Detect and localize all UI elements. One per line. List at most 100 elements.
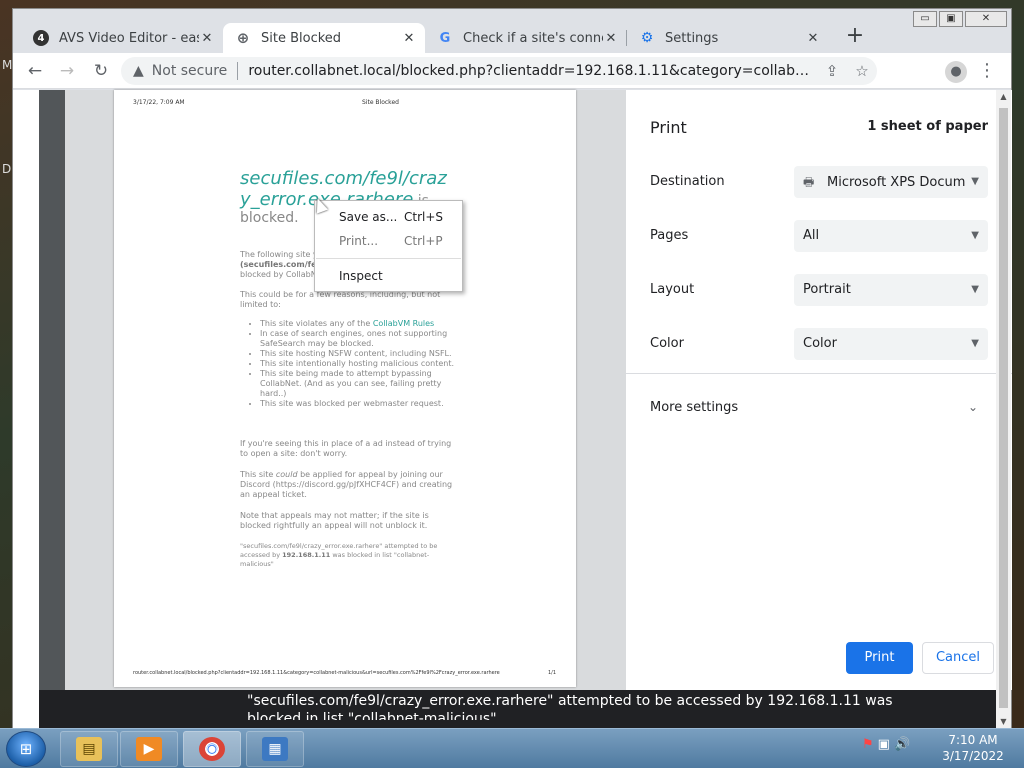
clock-date: 3/17/2022 [942, 749, 1004, 763]
chevron-down-icon[interactable]: ⌄ [968, 400, 978, 414]
pages-label: Pages [650, 228, 689, 243]
preview-header-title: Site Blocked [362, 99, 399, 106]
volume-icon[interactable]: 🔊 [894, 737, 910, 752]
layout-label: Layout [650, 282, 695, 297]
taskbar-control-panel[interactable]: ▦ [246, 731, 304, 767]
sheet-count: 1 sheet of paper [867, 119, 988, 134]
scroll-down-icon[interactable]: ▼ [996, 715, 1011, 729]
preview-header-date: 3/17/22, 7:09 AM [133, 99, 185, 106]
collabvm-rules-link[interactable]: CollabVM Rules [373, 319, 434, 328]
paragraph-appeal-note: Note that appeals may not matter; if the… [240, 511, 429, 530]
scroll-up-icon[interactable]: ▲ [996, 90, 1011, 104]
reload-button[interactable]: ↻ [89, 59, 113, 83]
tab-title: AVS Video Editor - easy vi [59, 30, 199, 46]
print-label: Print... [339, 234, 379, 248]
tab-title: Site Blocked [261, 30, 342, 46]
pages-select[interactable]: All ▼ [794, 220, 988, 252]
destination-row: Destination 🖶 Microsoft XPS Docum ▼ [650, 166, 988, 200]
paragraph-ad-note: If you're seeing this in place of a ad i… [240, 439, 452, 458]
warning-icon[interactable]: ▲ [133, 63, 144, 79]
destination-select[interactable]: 🖶 Microsoft XPS Docum ▼ [794, 166, 988, 198]
reasons-list: This site violates any of the CollabVM R… [250, 319, 456, 409]
menu-separator [316, 258, 461, 259]
url-text[interactable]: router.collabnet.local/blocked.php?clien… [248, 63, 817, 79]
blocked-word: blocked. [240, 210, 299, 226]
taskbar-chrome[interactable]: ◉ [183, 731, 241, 767]
taskbar-explorer[interactable]: ▤ [60, 731, 118, 767]
forward-button[interactable]: → [55, 59, 79, 83]
globe-icon: ⊕ [236, 29, 250, 47]
dropdown-arrow-icon: ▼ [971, 338, 979, 349]
browser-window: ▭ ▣ ✕ 4 AVS Video Editor - easy vi ✕ ⊕ S… [12, 8, 1012, 729]
layout-value: Portrait [803, 282, 851, 297]
network-icon[interactable]: ▣ [878, 737, 890, 752]
address-bar[interactable]: ▲ Not secure router.collabnet.local/bloc… [121, 57, 877, 85]
cancel-button[interactable]: Cancel [922, 642, 994, 674]
layout-row: Layout Portrait ▼ [650, 274, 988, 308]
save-as-label: Save as... [339, 210, 398, 224]
preview-footer-page: 1/1 [548, 670, 557, 676]
save-as-item[interactable]: Save as... Ctrl+S [339, 210, 459, 224]
clock-time: 7:10 AM [948, 733, 998, 747]
desktop-char-1: M [2, 58, 13, 72]
control-panel-icon: ▦ [262, 737, 288, 761]
bookmark-star-icon[interactable]: ☆ [847, 62, 877, 80]
page-scrollbar[interactable]: ▲ ▼ [996, 90, 1011, 729]
print-shortcut: Ctrl+P [404, 234, 443, 248]
folder-icon: ▤ [76, 737, 102, 761]
page-left-strip [13, 90, 39, 729]
close-tab-icon[interactable]: ✕ [199, 31, 215, 46]
back-button[interactable]: ← [23, 59, 47, 83]
taskbar: ⊞ ▤ ▶ ◉ ▦ ⚑ ▣ 🔊 7:10 AM 3/17/2022 [0, 728, 1024, 768]
close-tab-icon[interactable]: ✕ [805, 31, 821, 46]
print-dialog: 3/17/22, 7:09 AM Site Blocked secufiles.… [39, 90, 1012, 690]
color-value: Color [803, 336, 837, 351]
clock[interactable]: 7:10 AM 3/17/2022 [930, 732, 1016, 764]
preview-page[interactable]: 3/17/22, 7:09 AM Site Blocked secufiles.… [114, 90, 576, 687]
close-tab-icon[interactable]: ✕ [401, 31, 417, 46]
paragraph-appeal: This site could be applied for appeal by… [240, 470, 456, 500]
security-label[interactable]: Not secure [152, 63, 228, 79]
share-icon[interactable]: ⇪ [817, 62, 847, 80]
context-menu: Save as... Ctrl+S Print... Ctrl+P Inspect [314, 200, 463, 292]
color-select[interactable]: Color ▼ [794, 328, 988, 360]
new-tab-button[interactable]: + [841, 23, 869, 51]
tab-avs-video-editor[interactable]: 4 AVS Video Editor - easy vi ✕ [21, 23, 223, 53]
profile-avatar-icon[interactable]: ● [945, 61, 967, 83]
list-item: In case of search engines, ones not supp… [260, 329, 456, 349]
reason-1-text: This site violates any of the [260, 319, 373, 328]
close-tab-icon[interactable]: ✕ [603, 31, 619, 46]
start-button[interactable]: ⊞ [6, 731, 46, 767]
action-center-icon[interactable]: ⚑ [862, 737, 874, 752]
tab-title: Settings [665, 30, 719, 46]
panel-divider [626, 373, 1012, 374]
pages-value: All [803, 228, 820, 243]
print-title: Print [650, 118, 687, 137]
paragraph-access-log: "secufiles.com/fe9l/crazy_error.exe.rarh… [240, 542, 456, 569]
list-item: This site hosting NSFW content, includin… [260, 349, 456, 359]
layout-select[interactable]: Portrait ▼ [794, 274, 988, 306]
background-page-text: "secufiles.com/fe9l/crazy_error.exe.rarh… [247, 693, 893, 720]
more-settings-toggle[interactable]: More settings [650, 400, 738, 415]
appeal-text-b: could [275, 470, 298, 479]
kebab-menu-icon[interactable]: ⋮ [977, 59, 997, 83]
print-button[interactable]: Print [846, 642, 913, 674]
tab-check-site-connection[interactable]: G Check if a site's connectio ✕ [425, 23, 627, 53]
avs-icon: 4 [33, 30, 49, 46]
print-item[interactable]: Print... Ctrl+P [339, 234, 459, 248]
dropdown-arrow-icon: ▼ [971, 230, 979, 241]
system-tray: ⚑ ▣ 🔊 [862, 737, 910, 752]
page-content: 3/17/22, 7:09 AM Site Blocked secufiles.… [13, 90, 1012, 729]
google-icon: G [439, 30, 451, 46]
tab-site-blocked[interactable]: ⊕ Site Blocked ✕ [223, 23, 425, 53]
taskbar-media-player[interactable]: ▶ [120, 731, 178, 767]
print-settings-panel: Print 1 sheet of paper Destination 🖶 Micr… [626, 90, 1012, 690]
tab-settings[interactable]: ⚙ Settings ✕ [627, 23, 829, 53]
inspect-item[interactable]: Inspect [339, 269, 459, 283]
gear-icon: ⚙ [640, 30, 654, 46]
list-item: This site intentionally hosting maliciou… [260, 359, 456, 369]
scrollbar-thumb[interactable] [999, 108, 1008, 708]
close-window-button[interactable]: ✕ [965, 11, 1007, 27]
dropdown-arrow-icon: ▼ [971, 176, 979, 187]
color-label: Color [650, 336, 684, 351]
